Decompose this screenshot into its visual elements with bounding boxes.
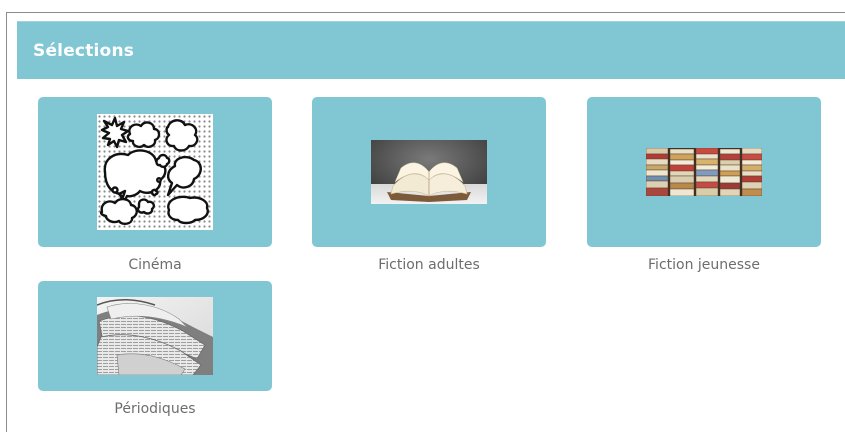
selection-card-fiction-jeunesse[interactable]	[587, 97, 821, 247]
open-book-image[interactable]	[371, 140, 487, 204]
selection-card-periodiques[interactable]	[38, 281, 272, 391]
selection-tile-fiction-jeunesse[interactable]: Fiction jeunesse	[587, 97, 821, 274]
stacked-books-image[interactable]	[646, 148, 762, 196]
selection-label-periodiques[interactable]: Périodiques	[38, 400, 272, 418]
selection-card-cinema[interactable]	[38, 97, 272, 247]
selection-card-fiction-adultes[interactable]	[312, 97, 546, 247]
selections-panel: Sélections Cinéma Fiction adultes Fictio…	[6, 12, 845, 432]
selection-label-fiction-jeunesse[interactable]: Fiction jeunesse	[587, 256, 821, 274]
panel-title: Sélections	[33, 40, 135, 61]
selection-tile-cinema[interactable]: Cinéma	[38, 97, 272, 274]
selection-tile-periodiques[interactable]: Périodiques	[38, 281, 272, 418]
panel-header: Sélections	[17, 21, 845, 79]
newspapers-image[interactable]	[97, 297, 213, 375]
selection-tile-fiction-adultes[interactable]: Fiction adultes	[312, 97, 546, 274]
selection-label-fiction-adultes[interactable]: Fiction adultes	[312, 256, 546, 274]
selection-label-cinema[interactable]: Cinéma	[38, 256, 272, 274]
comic-speech-bubbles-image[interactable]	[97, 114, 213, 230]
